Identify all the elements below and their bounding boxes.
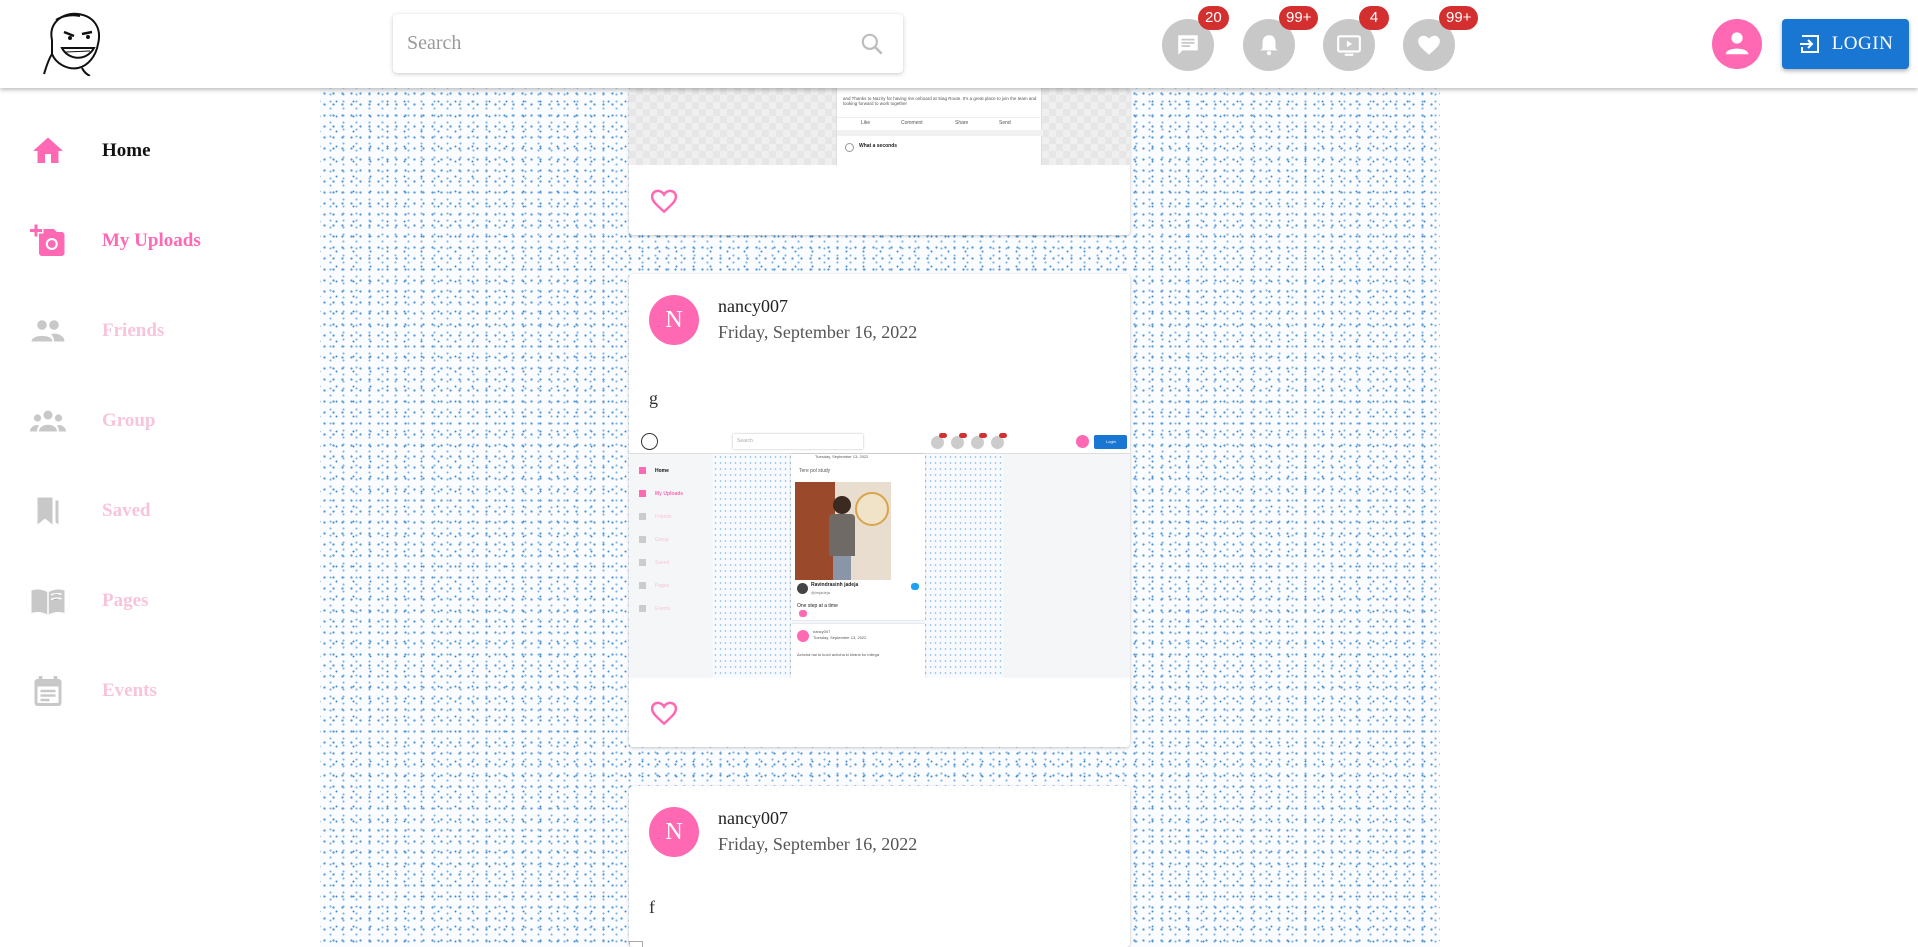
troll-face-logo[interactable] [38,10,108,77]
author-avatar[interactable]: N [649,807,699,857]
search-bar[interactable] [393,14,903,73]
sidebar-item-label: My Uploads [102,230,201,251]
broken-image-icon [629,941,643,947]
chat-icon [1178,35,1198,55]
like-button[interactable] [649,698,679,728]
book-icon [31,589,65,615]
heart-outline-icon [650,189,678,214]
mini-topbar: Search Login [629,430,1130,454]
shared-like-action: Like [861,120,871,126]
notifications-button[interactable]: 99+ [1243,6,1319,71]
sidebar-item-label: Pages [102,590,149,611]
post-text: g [649,388,658,408]
author-avatar[interactable]: N [649,295,699,345]
shared-share-action: Share [955,120,969,126]
login-icon [1799,35,1819,53]
mini-search: Search [733,434,863,449]
sidebar-item-friends[interactable]: Friends [30,309,310,353]
post-image[interactable]: and Thanks to Naziry for having me onboa… [629,88,1130,165]
author-name[interactable]: nancy007 [718,808,788,829]
login-button[interactable]: LOGIN [1782,19,1909,69]
add-photo-icon [30,224,65,256]
sidebar-item-label: Home [102,140,151,161]
sidebar-item-my-uploads[interactable]: My Uploads [30,219,310,263]
sidebar-item-label: Group [102,410,156,431]
like-button[interactable] [649,186,679,216]
shared-post-text: and Thanks to Naziry for having me onboa… [843,96,1037,106]
shared-post-preview: and Thanks to Naziry for having me onboa… [836,88,1043,165]
bookmarks-icon [37,497,59,525]
mini-post-card: Tuesday, September 13, 2022 Tere pol stu… [791,454,925,620]
login-label: LOGIN [1831,33,1894,54]
heart-icon [1418,35,1440,55]
sidebar: Home My Uploads Friends Group Saved Page… [0,88,320,947]
shared-send-action: Send [999,120,1011,126]
account-avatar[interactable] [1712,19,1762,69]
post-card: N nancy007 Friday, September 16, 2022 g … [629,274,1130,747]
videos-badge: 4 [1359,6,1389,30]
search-input[interactable] [407,14,837,73]
post-card: N nancy007 Friday, September 16, 2022 f [629,786,1130,947]
people-icon [31,320,65,342]
videos-button[interactable]: 4 [1323,6,1389,71]
likes-button[interactable]: 99+ [1403,6,1479,71]
groups-icon [30,410,66,432]
messages-badge: 20 [1198,6,1229,30]
sidebar-item-label: Friends [102,320,165,341]
post-text: f [649,897,655,917]
bell-icon [1260,35,1278,56]
mini-tweet-photo [795,482,891,580]
notifications-badge: 99+ [1279,6,1319,30]
sidebar-item-events[interactable]: Events [30,669,310,713]
likes-badge: 99+ [1439,6,1479,30]
post-image[interactable]: Search Login Home My Uploads Friends Gro… [629,430,1130,678]
messages-button[interactable]: 20 [1162,6,1229,71]
post-card-partial: and Thanks to Naziry for having me onboa… [629,88,1130,235]
mini-logo [641,433,658,450]
shared-comment-name: What a seconds [859,143,898,149]
sidebar-item-home[interactable]: Home [30,129,310,173]
mini-next-post: nancy007 Tuesday, September 13, 2022 Ach… [791,624,925,678]
sidebar-item-label: Events [102,680,157,701]
post-date: Friday, September 16, 2022 [718,834,918,854]
author-name[interactable]: nancy007 [718,296,788,317]
sidebar-item-group[interactable]: Group [30,399,310,443]
sidebar-item-label: Saved [102,500,151,521]
shared-comment-action: Comment [901,120,923,126]
top-bar: 20 99+ 4 99+ LOGIN [0,0,1918,88]
calendar-icon [34,676,62,706]
sidebar-item-saved[interactable]: Saved [30,489,310,533]
person-icon [1725,32,1749,55]
search-icon[interactable] [859,31,885,57]
home-icon [33,137,63,163]
post-date: Friday, September 16, 2022 [718,322,918,342]
heart-outline-icon [650,701,678,726]
video-icon [1337,35,1361,56]
sidebar-item-pages[interactable]: Pages [30,579,310,623]
